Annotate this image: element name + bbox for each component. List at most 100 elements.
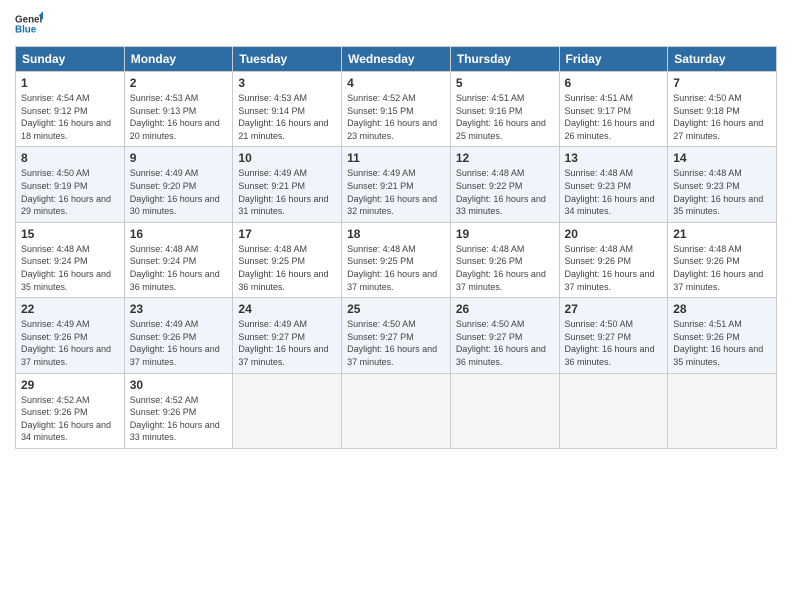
day-number: 12 bbox=[456, 151, 554, 165]
calendar-cell: 21 Sunrise: 4:48 AMSunset: 9:26 PMDayligh… bbox=[668, 222, 777, 297]
day-info: Sunrise: 4:50 AMSunset: 9:19 PMDaylight:… bbox=[21, 168, 111, 216]
day-number: 17 bbox=[238, 227, 336, 241]
day-info: Sunrise: 4:48 AMSunset: 9:25 PMDaylight:… bbox=[347, 244, 437, 292]
calendar-cell bbox=[233, 373, 342, 448]
calendar-cell: 3 Sunrise: 4:53 AMSunset: 9:14 PMDaylight… bbox=[233, 72, 342, 147]
day-info: Sunrise: 4:53 AMSunset: 9:13 PMDaylight:… bbox=[130, 93, 220, 141]
calendar-cell: 1 Sunrise: 4:54 AMSunset: 9:12 PMDaylight… bbox=[16, 72, 125, 147]
calendar-cell: 27 Sunrise: 4:50 AMSunset: 9:27 PMDayligh… bbox=[559, 298, 668, 373]
calendar-cell: 8 Sunrise: 4:50 AMSunset: 9:19 PMDaylight… bbox=[16, 147, 125, 222]
day-info: Sunrise: 4:49 AMSunset: 9:27 PMDaylight:… bbox=[238, 319, 328, 367]
calendar-week-3: 15 Sunrise: 4:48 AMSunset: 9:24 PMDayligh… bbox=[16, 222, 777, 297]
calendar-table: SundayMondayTuesdayWednesdayThursdayFrid… bbox=[15, 46, 777, 449]
day-number: 28 bbox=[673, 302, 771, 316]
day-number: 16 bbox=[130, 227, 228, 241]
calendar-cell: 20 Sunrise: 4:48 AMSunset: 9:26 PMDayligh… bbox=[559, 222, 668, 297]
calendar-cell: 2 Sunrise: 4:53 AMSunset: 9:13 PMDaylight… bbox=[124, 72, 233, 147]
day-number: 23 bbox=[130, 302, 228, 316]
day-number: 25 bbox=[347, 302, 445, 316]
page: General Blue SundayMondayTuesdayWednesda… bbox=[0, 0, 792, 612]
calendar-cell: 11Sunrise: 4:49 AMSunset: 9:21 PMDayligh… bbox=[342, 147, 451, 222]
day-number: 19 bbox=[456, 227, 554, 241]
day-info: Sunrise: 4:49 AMSunset: 9:26 PMDaylight:… bbox=[130, 319, 220, 367]
calendar-cell: 17 Sunrise: 4:48 AMSunset: 9:25 PMDayligh… bbox=[233, 222, 342, 297]
day-info: Sunrise: 4:52 AMSunset: 9:26 PMDaylight:… bbox=[21, 395, 111, 443]
day-info: Sunrise: 4:53 AMSunset: 9:14 PMDaylight:… bbox=[238, 93, 328, 141]
day-info: Sunrise: 4:52 AMSunset: 9:15 PMDaylight:… bbox=[347, 93, 437, 141]
calendar-cell: 9 Sunrise: 4:49 AMSunset: 9:20 PMDaylight… bbox=[124, 147, 233, 222]
day-info: Sunrise: 4:50 AMSunset: 9:27 PMDaylight:… bbox=[347, 319, 437, 367]
day-number: 9 bbox=[130, 151, 228, 165]
day-info: Sunrise: 4:51 AMSunset: 9:17 PMDaylight:… bbox=[565, 93, 655, 141]
calendar-cell: 16 Sunrise: 4:48 AMSunset: 9:24 PMDayligh… bbox=[124, 222, 233, 297]
day-number: 5 bbox=[456, 76, 554, 90]
day-info: Sunrise: 4:51 AMSunset: 9:16 PMDaylight:… bbox=[456, 93, 546, 141]
day-info: Sunrise: 4:49 AMSunset: 9:21 PMDaylight:… bbox=[347, 168, 437, 216]
day-number: 27 bbox=[565, 302, 663, 316]
day-number: 7 bbox=[673, 76, 771, 90]
day-info: Sunrise: 4:49 AMSunset: 9:20 PMDaylight:… bbox=[130, 168, 220, 216]
day-number: 1 bbox=[21, 76, 119, 90]
day-info: Sunrise: 4:52 AMSunset: 9:26 PMDaylight:… bbox=[130, 395, 220, 443]
weekday-header-tuesday: Tuesday bbox=[233, 47, 342, 72]
calendar-cell: 29 Sunrise: 4:52 AMSunset: 9:26 PMDayligh… bbox=[16, 373, 125, 448]
calendar-cell: 24Sunrise: 4:49 AMSunset: 9:27 PMDayligh… bbox=[233, 298, 342, 373]
calendar-header-row: SundayMondayTuesdayWednesdayThursdayFrid… bbox=[16, 47, 777, 72]
calendar-cell bbox=[342, 373, 451, 448]
day-info: Sunrise: 4:48 AMSunset: 9:25 PMDaylight:… bbox=[238, 244, 328, 292]
day-number: 30 bbox=[130, 378, 228, 392]
day-info: Sunrise: 4:50 AMSunset: 9:18 PMDaylight:… bbox=[673, 93, 763, 141]
calendar-cell bbox=[668, 373, 777, 448]
day-info: Sunrise: 4:49 AMSunset: 9:26 PMDaylight:… bbox=[21, 319, 111, 367]
day-number: 20 bbox=[565, 227, 663, 241]
day-info: Sunrise: 4:48 AMSunset: 9:26 PMDaylight:… bbox=[565, 244, 655, 292]
calendar-week-2: 8 Sunrise: 4:50 AMSunset: 9:19 PMDaylight… bbox=[16, 147, 777, 222]
calendar-cell: 15 Sunrise: 4:48 AMSunset: 9:24 PMDayligh… bbox=[16, 222, 125, 297]
day-info: Sunrise: 4:48 AMSunset: 9:22 PMDaylight:… bbox=[456, 168, 546, 216]
day-number: 13 bbox=[565, 151, 663, 165]
day-number: 6 bbox=[565, 76, 663, 90]
calendar-cell: 4 Sunrise: 4:52 AMSunset: 9:15 PMDaylight… bbox=[342, 72, 451, 147]
day-number: 22 bbox=[21, 302, 119, 316]
calendar-cell: 26Sunrise: 4:50 AMSunset: 9:27 PMDayligh… bbox=[450, 298, 559, 373]
weekday-header-saturday: Saturday bbox=[668, 47, 777, 72]
day-info: Sunrise: 4:50 AMSunset: 9:27 PMDaylight:… bbox=[456, 319, 546, 367]
day-number: 2 bbox=[130, 76, 228, 90]
weekday-header-thursday: Thursday bbox=[450, 47, 559, 72]
day-info: Sunrise: 4:48 AMSunset: 9:23 PMDaylight:… bbox=[565, 168, 655, 216]
logo-icon: General Blue bbox=[15, 10, 43, 38]
day-number: 3 bbox=[238, 76, 336, 90]
day-info: Sunrise: 4:50 AMSunset: 9:27 PMDaylight:… bbox=[565, 319, 655, 367]
day-info: Sunrise: 4:48 AMSunset: 9:26 PMDaylight:… bbox=[456, 244, 546, 292]
day-number: 21 bbox=[673, 227, 771, 241]
calendar-cell bbox=[559, 373, 668, 448]
header: General Blue bbox=[15, 10, 777, 38]
calendar-cell: 7 Sunrise: 4:50 AMSunset: 9:18 PMDaylight… bbox=[668, 72, 777, 147]
calendar-week-4: 22 Sunrise: 4:49 AMSunset: 9:26 PMDayligh… bbox=[16, 298, 777, 373]
calendar-cell bbox=[450, 373, 559, 448]
calendar-cell: 5 Sunrise: 4:51 AMSunset: 9:16 PMDaylight… bbox=[450, 72, 559, 147]
calendar-cell: 19 Sunrise: 4:48 AMSunset: 9:26 PMDayligh… bbox=[450, 222, 559, 297]
calendar-cell: 22 Sunrise: 4:49 AMSunset: 9:26 PMDayligh… bbox=[16, 298, 125, 373]
day-info: Sunrise: 4:48 AMSunset: 9:24 PMDaylight:… bbox=[130, 244, 220, 292]
weekday-header-friday: Friday bbox=[559, 47, 668, 72]
calendar-week-5: 29 Sunrise: 4:52 AMSunset: 9:26 PMDayligh… bbox=[16, 373, 777, 448]
day-number: 8 bbox=[21, 151, 119, 165]
svg-text:Blue: Blue bbox=[15, 24, 37, 35]
day-number: 15 bbox=[21, 227, 119, 241]
calendar-cell: 23 Sunrise: 4:49 AMSunset: 9:26 PMDayligh… bbox=[124, 298, 233, 373]
weekday-header-monday: Monday bbox=[124, 47, 233, 72]
day-info: Sunrise: 4:54 AMSunset: 9:12 PMDaylight:… bbox=[21, 93, 111, 141]
calendar-cell: 6 Sunrise: 4:51 AMSunset: 9:17 PMDaylight… bbox=[559, 72, 668, 147]
day-info: Sunrise: 4:48 AMSunset: 9:26 PMDaylight:… bbox=[673, 244, 763, 292]
day-number: 29 bbox=[21, 378, 119, 392]
calendar-cell: 13 Sunrise: 4:48 AMSunset: 9:23 PMDayligh… bbox=[559, 147, 668, 222]
calendar-cell: 14Sunrise: 4:48 AMSunset: 9:23 PMDayligh… bbox=[668, 147, 777, 222]
day-info: Sunrise: 4:49 AMSunset: 9:21 PMDaylight:… bbox=[238, 168, 328, 216]
day-number: 4 bbox=[347, 76, 445, 90]
calendar-cell: 18Sunrise: 4:48 AMSunset: 9:25 PMDayligh… bbox=[342, 222, 451, 297]
weekday-header-wednesday: Wednesday bbox=[342, 47, 451, 72]
calendar-week-1: 1 Sunrise: 4:54 AMSunset: 9:12 PMDaylight… bbox=[16, 72, 777, 147]
calendar-cell: 10Sunrise: 4:49 AMSunset: 9:21 PMDayligh… bbox=[233, 147, 342, 222]
day-info: Sunrise: 4:48 AMSunset: 9:24 PMDaylight:… bbox=[21, 244, 111, 292]
